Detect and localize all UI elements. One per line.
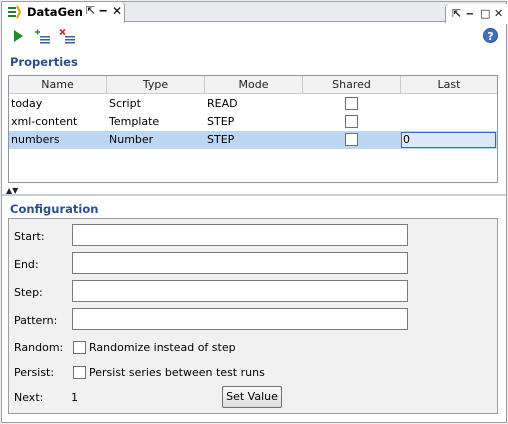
persist-label: Persist: [14, 366, 55, 379]
set-value-button[interactable]: Set Value [222, 386, 282, 408]
maximize-icon[interactable]: □ [480, 7, 490, 20]
run-button[interactable] [10, 28, 28, 44]
table-row[interactable]: today Script READ [9, 95, 497, 113]
randomize-checkbox[interactable] [73, 341, 86, 354]
cell-last [401, 113, 497, 131]
end-input[interactable] [72, 252, 408, 274]
play-icon [14, 30, 23, 42]
close-icon[interactable]: ✕ [112, 4, 122, 18]
column-header-last[interactable]: Last [401, 76, 497, 94]
cell-type: Number [109, 133, 154, 146]
random-label: Random: [14, 341, 64, 354]
cell-type: Template [109, 115, 160, 128]
next-label: Next: [14, 391, 44, 404]
column-header-mode[interactable]: Mode [205, 76, 303, 94]
properties-table: Name Type Mode Shared Last today Script … [8, 75, 498, 183]
close-window-icon[interactable]: ✕ [494, 7, 503, 20]
cell-mode: STEP [207, 115, 235, 128]
start-label: Start: [14, 230, 45, 243]
cell-name: numbers [11, 133, 60, 146]
start-input[interactable] [72, 224, 408, 246]
last-value-editor[interactable]: 0 [401, 132, 496, 148]
cell-last [401, 95, 497, 113]
add-property-icon[interactable] [33, 28, 51, 44]
minimize-icon[interactable]: ‒ [99, 3, 107, 17]
next-value: 1 [71, 391, 78, 404]
table-header: Name Type Mode Shared Last [9, 76, 497, 94]
shared-checkbox[interactable] [345, 115, 358, 128]
shared-checkbox[interactable] [345, 97, 358, 110]
section-splitter[interactable] [2, 194, 506, 196]
datagen-panel: DataGen ⇱ ‒ ✕ ⇱ ‒ □ ✕ ? Properties Name … [0, 0, 508, 424]
pin-icon[interactable]: ⇱ [86, 4, 95, 17]
delete-property-icon[interactable] [58, 28, 76, 44]
help-icon[interactable]: ? [483, 28, 498, 43]
table-row[interactable]: xml-content Template STEP [9, 113, 497, 131]
persist-checkbox-label: Persist series between test runs [89, 366, 265, 379]
randomize-checkbox-label: Randomize instead of step [89, 341, 236, 354]
persist-checkbox[interactable] [73, 366, 86, 379]
tab-bar: DataGen ⇱ ‒ ✕ ⇱ ‒ □ ✕ [2, 2, 508, 24]
tab-datagen[interactable]: DataGen ⇱ ‒ ✕ [2, 2, 125, 23]
toolbar: ? [2, 23, 506, 49]
cell-type: Script [109, 97, 141, 110]
pattern-label: Pattern: [14, 314, 58, 327]
cell-name: xml-content [11, 115, 78, 128]
datagen-icon [8, 5, 21, 19]
restore-icon[interactable]: ⇱ [452, 7, 461, 20]
column-header-name[interactable]: Name [9, 76, 107, 94]
minimize-window-icon[interactable]: ‒ [466, 7, 474, 20]
column-header-shared[interactable]: Shared [303, 76, 401, 94]
end-label: End: [14, 258, 39, 271]
column-header-type[interactable]: Type [107, 76, 205, 94]
tab-title: DataGen [27, 5, 83, 19]
table-row-selected[interactable]: numbers Number STEP 0 [9, 131, 497, 149]
shared-checkbox[interactable] [345, 133, 358, 146]
cell-mode: READ [207, 97, 238, 110]
step-label: Step: [14, 286, 43, 299]
window-controls: ⇱ ‒ □ ✕ [445, 4, 508, 24]
pattern-input[interactable] [72, 308, 408, 330]
configuration-title: Configuration [10, 202, 99, 216]
cell-name: today [11, 97, 43, 110]
properties-title: Properties [10, 55, 78, 69]
cell-mode: STEP [207, 133, 235, 146]
step-input[interactable] [72, 280, 408, 302]
